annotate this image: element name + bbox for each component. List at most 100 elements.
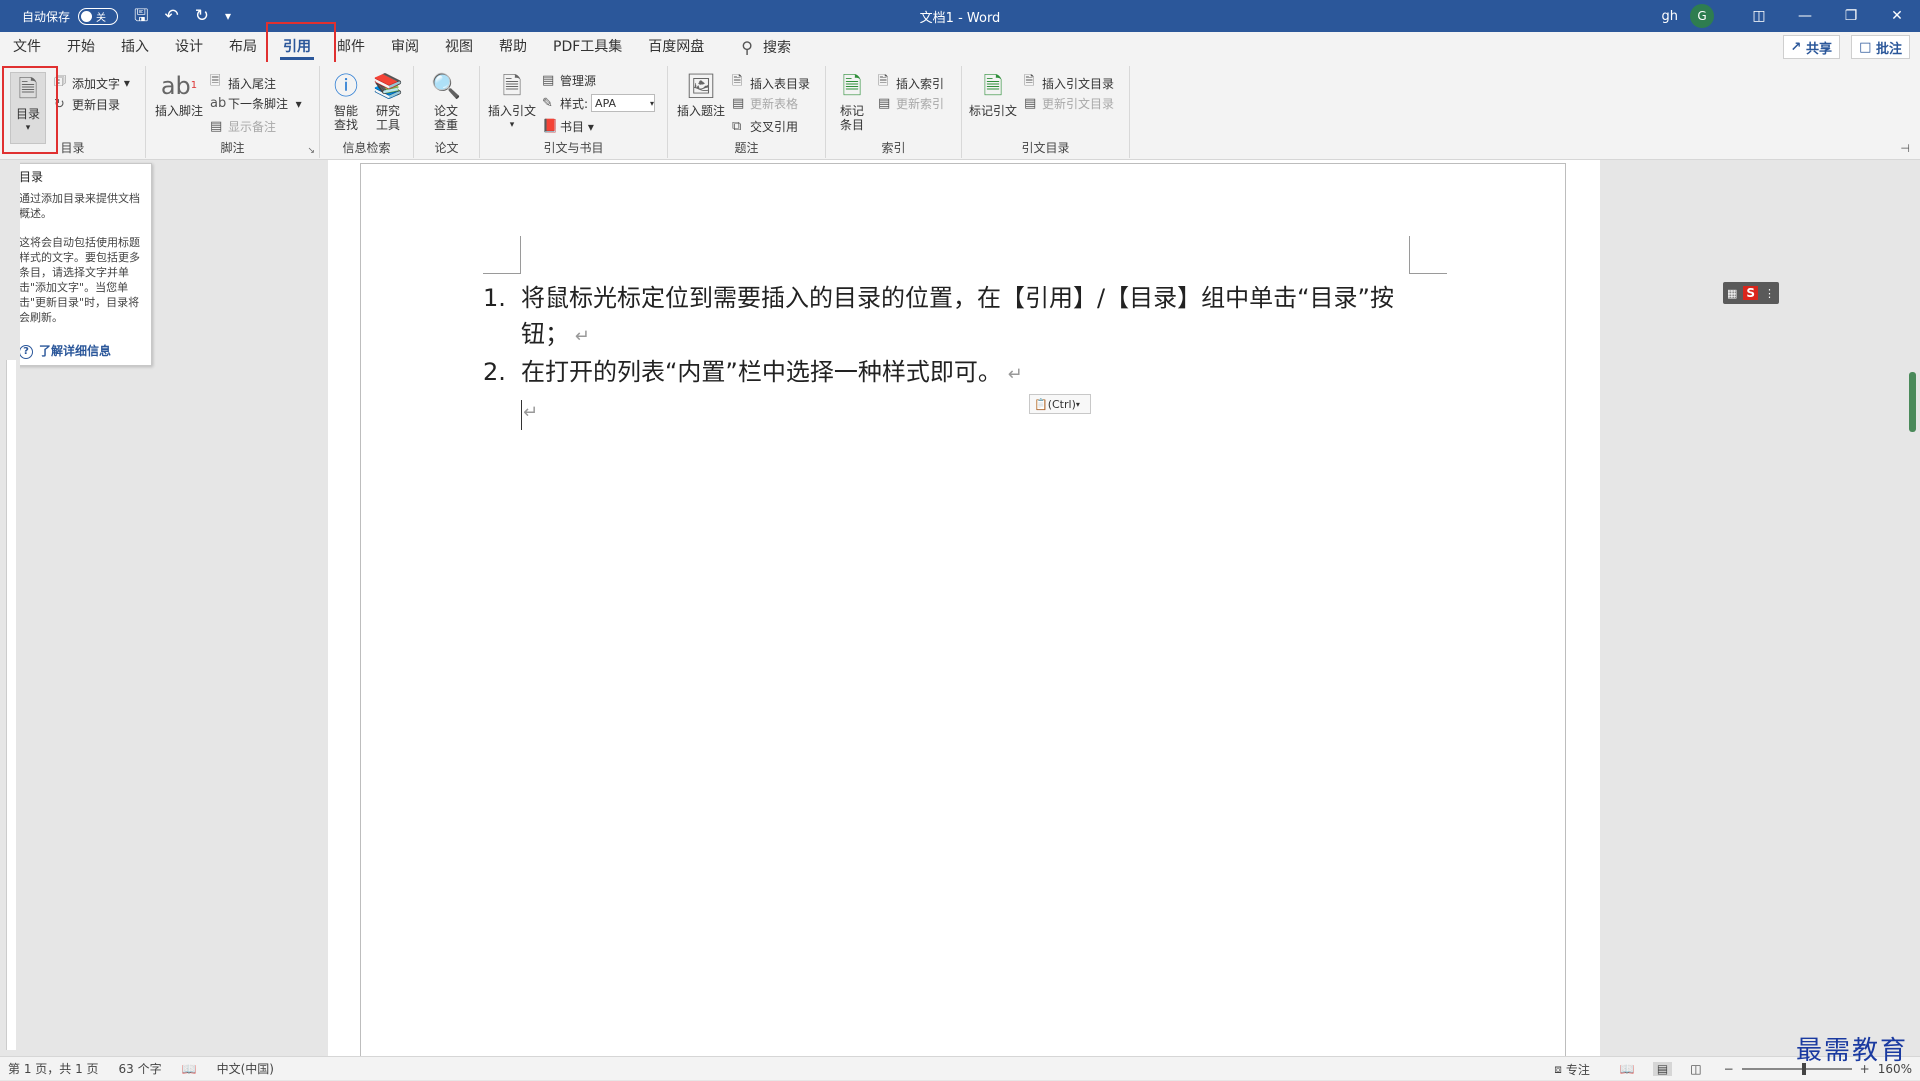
- quick-access-toolbar: 自动保存 关 🖫 ↶ ↻ ▾: [0, 0, 231, 32]
- page-count[interactable]: 第 1 页，共 1 页: [8, 1060, 99, 1077]
- group-label-research: 信息检索: [320, 139, 413, 156]
- endnote-icon: 🗏: [210, 72, 226, 94]
- chevron-down-icon: ▾: [1076, 400, 1080, 409]
- tab-insert[interactable]: 插入: [108, 32, 162, 62]
- user-name[interactable]: gh: [1662, 9, 1679, 24]
- dialog-launcher-icon[interactable]: ↘: [307, 146, 315, 156]
- insert-index-button[interactable]: 🗎插入索引: [878, 72, 944, 94]
- next-footnote-icon: ab: [210, 96, 226, 111]
- paragraph-mark-icon: ↵: [523, 402, 538, 423]
- tooltip-description: 通过添加目录来提供文档概述。: [19, 191, 141, 221]
- footnote-icon: ab1: [164, 70, 194, 102]
- researcher-button[interactable]: 📚 研究工具: [370, 70, 406, 132]
- print-layout-icon[interactable]: ▤: [1653, 1062, 1672, 1076]
- insert-caption-icon: 🖼: [686, 70, 716, 102]
- mark-citation-icon: 🗎: [978, 70, 1008, 102]
- minimize-icon[interactable]: —: [1782, 0, 1828, 32]
- focus-icon[interactable]: ⧈: [1554, 1062, 1562, 1077]
- word-count[interactable]: 63 个字: [119, 1060, 162, 1077]
- bibliography-button[interactable]: 📕书目 ▾: [542, 118, 594, 135]
- insert-toa-button[interactable]: 🗎插入引文目录: [1024, 72, 1114, 94]
- researcher-icon: 📚: [373, 70, 403, 102]
- tab-file[interactable]: 文件: [0, 32, 54, 62]
- update-toa-button[interactable]: ▤更新引文目录: [1024, 95, 1114, 112]
- show-notes-button[interactable]: ▤显示备注: [210, 118, 276, 135]
- tab-design[interactable]: 设计: [162, 32, 216, 62]
- paste-options-button[interactable]: 📋(Ctrl)▾: [1029, 394, 1091, 414]
- add-text-button[interactable]: 🗊添加文字 ▾: [54, 72, 130, 94]
- zoom-out-icon[interactable]: −: [1724, 1062, 1734, 1076]
- crop-mark: [483, 236, 521, 274]
- tab-layout[interactable]: 布局: [216, 32, 270, 62]
- read-mode-icon[interactable]: 📖: [1620, 1062, 1635, 1076]
- smart-lookup-button[interactable]: ⓘ 智能查找: [328, 70, 364, 132]
- insert-endnote-button[interactable]: 🗏插入尾注: [210, 72, 276, 94]
- smart-lookup-icon: ⓘ: [331, 70, 361, 102]
- group-label-footnotes: 脚注: [146, 139, 319, 156]
- undo-icon[interactable]: ↶: [165, 8, 179, 25]
- zoom-slider[interactable]: [1742, 1068, 1852, 1070]
- customize-qat-icon[interactable]: ▾: [225, 10, 231, 22]
- share-button[interactable]: ↗ 共享: [1783, 35, 1840, 59]
- update-toc-button[interactable]: ↻更新目录: [54, 96, 120, 113]
- mark-entry-button[interactable]: 🗎 标记条目: [834, 70, 870, 132]
- update-index-button[interactable]: ▤更新索引: [878, 95, 944, 112]
- restore-icon[interactable]: ❐: [1828, 0, 1874, 32]
- group-footnotes: ab1 插入脚注 🗏插入尾注 ab下一条脚注 ▾ ▤显示备注 脚注 ↘: [146, 66, 320, 158]
- list-item[interactable]: 2. 在打开的列表“内置”栏中选择一种样式即可。 ↵: [483, 354, 1423, 394]
- crop-mark: [1409, 236, 1447, 274]
- learn-more-link[interactable]: ?了解详细信息: [19, 344, 111, 359]
- chevron-down-icon: ▾: [510, 118, 515, 132]
- tab-pdf-tools[interactable]: PDF工具集: [540, 32, 635, 62]
- document-page[interactable]: 1. 将鼠标光标定位到需要插入的目录的位置，在【引用】/【目录】组中单击“目录”…: [360, 163, 1566, 1056]
- insert-caption-button[interactable]: 🖼 插入题注: [676, 70, 726, 118]
- style-select[interactable]: APA▾: [591, 94, 655, 112]
- web-layout-icon[interactable]: ◫: [1690, 1062, 1701, 1076]
- tab-home[interactable]: 开始: [54, 32, 108, 62]
- insert-toa-icon: 🗎: [1024, 72, 1040, 94]
- group-citations: 🗎 插入引文 ▾ ▤管理源 ✎样式:APA▾ 📕书目 ▾ 引文与书目: [480, 66, 668, 158]
- highlight-references-tab: [266, 22, 336, 64]
- tab-view[interactable]: 视图: [432, 32, 486, 62]
- tab-baidu-netdisk[interactable]: 百度网盘: [635, 32, 717, 62]
- language[interactable]: 中文(中国): [217, 1060, 274, 1077]
- insert-footnote-button[interactable]: ab1 插入脚注: [154, 70, 204, 118]
- ribbon-display-icon[interactable]: ◫: [1736, 0, 1782, 32]
- tab-help[interactable]: 帮助: [486, 32, 540, 62]
- watermark: 最需教育: [1796, 1030, 1908, 1067]
- update-table-button[interactable]: ▤更新表格: [732, 95, 798, 112]
- toc-tooltip: 目录 通过添加目录来提供文档概述。 这将会自动包括使用标题样式的文字。要包括更多…: [8, 163, 152, 366]
- focus-label[interactable]: 专注: [1566, 1061, 1590, 1078]
- redo-icon[interactable]: ↻: [195, 8, 209, 25]
- paragraph-mark-icon: ↵: [569, 326, 590, 347]
- save-icon[interactable]: 🖫: [134, 8, 148, 25]
- title-controls: gh G ◫ — ❐ ✕: [1662, 0, 1920, 32]
- group-index: 🗎 标记条目 🗎插入索引 ▤更新索引 索引: [826, 66, 962, 158]
- tooltip-detail: 这将会自动包括使用标题样式的文字。要包括更多条目，请选择文字并单击"添加文字"。…: [19, 235, 141, 325]
- scrollbar-thumb[interactable]: [1909, 372, 1916, 432]
- manage-sources-button[interactable]: ▤管理源: [542, 72, 596, 89]
- update-table-icon: ▤: [732, 96, 748, 111]
- insert-table-figures-button[interactable]: 🗎插入表目录: [732, 72, 810, 94]
- group-label-index: 索引: [826, 139, 961, 156]
- proofing-icon[interactable]: 📖: [182, 1062, 197, 1076]
- pin-ribbon-icon[interactable]: ⊣: [1900, 142, 1910, 155]
- mark-citation-button[interactable]: 🗎 标记引文: [968, 70, 1018, 118]
- comments-button[interactable]: □ 批注: [1851, 35, 1910, 59]
- paper-check-button[interactable]: 🔍 论文查重: [428, 70, 464, 132]
- bibliography-icon: 📕: [542, 119, 558, 134]
- next-footnote-button[interactable]: ab下一条脚注 ▾: [210, 95, 302, 112]
- cross-reference-button[interactable]: ⧉交叉引用: [732, 118, 798, 135]
- autosave-toggle[interactable]: 关: [78, 8, 118, 25]
- avatar[interactable]: G: [1690, 4, 1714, 28]
- search-box[interactable]: ⚲ 搜索: [741, 37, 791, 57]
- group-label-captions: 题注: [668, 139, 825, 156]
- close-icon[interactable]: ✕: [1874, 0, 1920, 32]
- manage-sources-icon: ▤: [542, 73, 558, 88]
- mark-entry-icon: 🗎: [837, 70, 867, 102]
- list-item[interactable]: 1. 将鼠标光标定位到需要插入的目录的位置，在【引用】/【目录】组中单击“目录”…: [483, 280, 1423, 356]
- insert-citation-button[interactable]: 🗎 插入引文 ▾: [486, 70, 538, 132]
- tab-review[interactable]: 审阅: [378, 32, 432, 62]
- chevron-down-icon: ▾: [650, 99, 654, 108]
- ime-toolbar[interactable]: ▦S⋮: [1723, 282, 1779, 304]
